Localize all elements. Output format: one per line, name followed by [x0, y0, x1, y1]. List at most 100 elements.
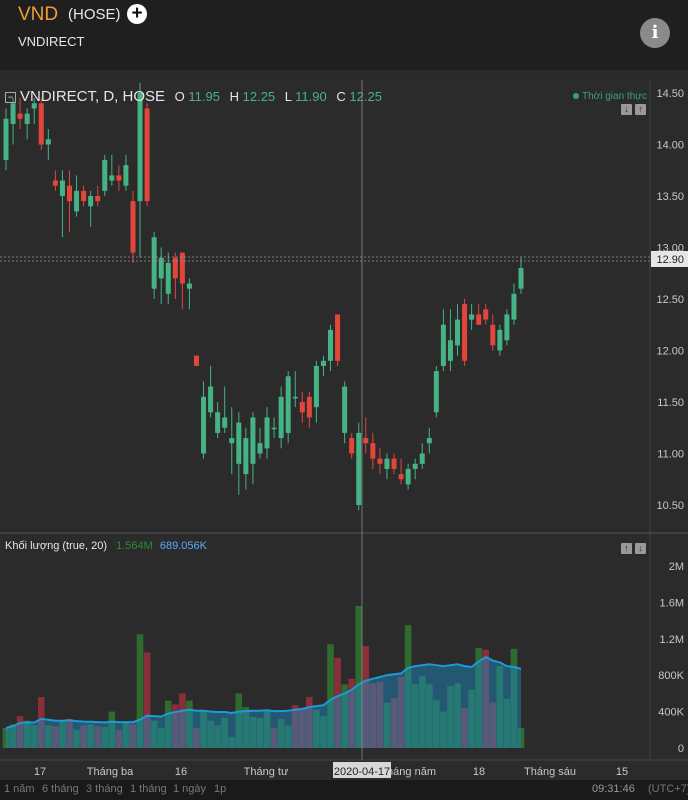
candle-body: [144, 108, 150, 202]
candle-body: [285, 376, 291, 433]
candle-body: [17, 113, 23, 119]
candle-body: [151, 237, 157, 289]
volume-axis-label: 1.2M: [660, 634, 684, 646]
time-axis-label: 16: [175, 766, 187, 778]
candle-body: [447, 340, 453, 361]
candle-body: [497, 329, 503, 351]
time-axis-label: tháng năm: [384, 766, 436, 778]
range-1d-button[interactable]: 1 ngày: [173, 783, 206, 795]
candle-body: [462, 304, 468, 361]
volume-legend-title: Khối lượng (true, 20): [5, 540, 108, 552]
candle-body: [123, 165, 129, 186]
volume-legend: Khối lượng (true, 20) 1.564M 689.056K: [5, 540, 207, 552]
candle-body: [469, 314, 475, 320]
volume-axis-label: 1.6M: [660, 597, 684, 609]
candle-body: [88, 196, 94, 207]
price-axis-label: 12.50: [656, 294, 684, 306]
candle-body: [95, 196, 101, 202]
time-axis-label: 18: [473, 766, 485, 778]
candle-body: [511, 293, 517, 320]
volume-axis-label: 400K: [658, 707, 684, 719]
candle-body: [52, 180, 58, 186]
candle-body: [271, 427, 277, 430]
candle-body: [81, 190, 87, 202]
candle-body: [370, 443, 376, 459]
candle-body: [306, 396, 312, 418]
candle-body: [59, 180, 65, 196]
volume-ma-value: 689.056K: [159, 540, 207, 552]
price-axis-label: 13.50: [656, 191, 684, 203]
range-6m-button[interactable]: 6 tháng: [42, 783, 79, 795]
candle-body: [137, 93, 143, 202]
move-down-icon[interactable]: ↓: [621, 104, 632, 115]
range-1m-button[interactable]: 1 tháng: [130, 783, 167, 795]
range-1min-button[interactable]: 1p: [214, 783, 226, 795]
status-label: Thời gian thực: [582, 91, 647, 102]
candle-body: [391, 458, 397, 469]
company-name: VNDIRECT: [18, 34, 85, 49]
candle-body: [313, 365, 319, 408]
range-toolbar: 1 năm 6 tháng 3 tháng 1 tháng 1 ngày 1p …: [0, 780, 688, 800]
candle-body: [342, 386, 348, 433]
candle-body: [335, 314, 341, 361]
add-watchlist-icon[interactable]: +: [127, 4, 147, 24]
volume-axis-label: 2M: [669, 561, 684, 573]
info-icon[interactable]: i: [640, 18, 670, 48]
candle-body: [193, 355, 199, 366]
candle-body: [250, 417, 256, 464]
candle-body: [3, 118, 9, 160]
candle-body: [328, 329, 334, 361]
candle-body: [363, 438, 369, 444]
candle-body: [38, 103, 44, 145]
collapse-legend-icon[interactable]: −: [5, 92, 16, 104]
price-axis-label: 14.50: [656, 88, 684, 100]
candle-body: [476, 314, 482, 325]
legend-high-label: H: [229, 89, 239, 104]
candle-body: [405, 468, 411, 485]
candle-body: [215, 412, 221, 433]
candle-body: [222, 417, 228, 428]
price-marker-label: 12.90: [656, 254, 684, 266]
candle-body: [483, 309, 489, 320]
exchange-label: (HOSE): [68, 6, 121, 23]
time-axis-label: Tháng tư: [244, 766, 289, 778]
volume-move-up-icon[interactable]: ↑: [621, 543, 632, 554]
candle-body: [384, 458, 390, 469]
volume-axis-label: 0: [678, 743, 684, 755]
candle-body: [186, 283, 192, 289]
candle-body: [24, 113, 30, 124]
legend-close-label: C: [336, 89, 346, 104]
status-dot-icon: [573, 93, 579, 99]
volume-value: 1.564M: [116, 540, 153, 552]
legend-open-value: 11.95: [188, 89, 220, 104]
app-header: VND (HOSE) + VNDIRECT i: [0, 0, 688, 70]
range-3m-button[interactable]: 3 tháng: [86, 783, 123, 795]
legend-low-value: 11.90: [295, 89, 327, 104]
legend-low-label: L: [284, 89, 292, 104]
candle-body: [440, 324, 446, 366]
range-1y-button[interactable]: 1 năm: [4, 783, 35, 795]
chart-canvas[interactable]: 14.5014.0013.5013.0012.5012.0011.5011.00…: [0, 80, 688, 780]
candle-body: [356, 432, 362, 505]
volume-move-down-icon[interactable]: ↓: [635, 543, 646, 554]
time-axis-label: Tháng ba: [87, 766, 134, 778]
candle-body: [229, 438, 235, 444]
candle-body: [518, 268, 524, 289]
candle-body: [66, 185, 72, 202]
candle-body: [10, 103, 16, 124]
date-marker-label: 2020-04-17: [334, 766, 390, 778]
time-axis-label: 15: [616, 766, 628, 778]
candle-body: [412, 463, 418, 469]
candle-body: [74, 190, 80, 212]
candle-body: [504, 314, 510, 341]
price-axis-label: 12.00: [656, 346, 684, 358]
chart-area[interactable]: 14.50 14.00 13.50 13.00 12.50 12.00 11.50 11.00…: [0, 80, 688, 780]
candle-body: [455, 319, 461, 346]
price-axis-label: 11.00: [657, 449, 684, 461]
candle-body: [377, 458, 383, 464]
candle-body: [109, 175, 115, 181]
candle-body: [201, 396, 207, 454]
candle-body: [116, 175, 122, 181]
move-up-icon[interactable]: ↑: [635, 104, 646, 115]
candle-body: [426, 438, 432, 444]
